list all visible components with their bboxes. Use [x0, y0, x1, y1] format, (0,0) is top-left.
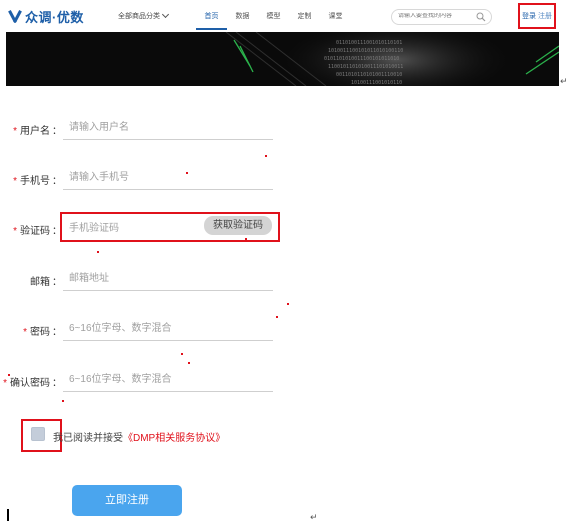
logo-icon	[8, 9, 22, 23]
svg-text:0110100111001010110101: 0110100111001010110101	[336, 40, 402, 46]
password-input[interactable]	[63, 317, 273, 341]
stray-mark	[62, 400, 64, 402]
form-row-email: 邮箱：	[0, 265, 330, 295]
top-navbar: 众调·优数 全部商品分类 首页 数据 模型 定制 课堂 登录 注册	[0, 0, 570, 32]
auth-links: 登录 注册	[518, 3, 556, 29]
stray-mark	[245, 238, 247, 240]
stray-mark	[181, 353, 183, 355]
form-row-verify-code: * 验证码：	[0, 214, 330, 244]
required-star: *	[23, 327, 27, 338]
username-input[interactable]	[63, 116, 273, 140]
search-icon[interactable]	[476, 12, 486, 22]
verify-code-input[interactable]	[63, 216, 203, 240]
agreement-text: 我已阅读并接受《DMP相关服务协议》	[53, 429, 225, 444]
return-mark-icon: ↵	[310, 512, 318, 522]
search-input[interactable]	[398, 13, 470, 19]
stray-mark	[188, 362, 190, 364]
form-row-confirm-password: * 确认密码：	[0, 366, 330, 396]
required-star: *	[13, 226, 17, 237]
email-label: 邮箱：	[30, 277, 62, 288]
agreement-link[interactable]: 《DMP相关服务协议》	[123, 433, 225, 444]
svg-text:1010011100101011010100110: 1010011100101011010100110	[328, 48, 403, 54]
confirm-password-input[interactable]	[63, 368, 273, 392]
svg-text:0101101010011100101011010: 0101101010011100101011010	[324, 56, 399, 62]
stray-mark	[97, 251, 99, 253]
required-star: *	[13, 176, 17, 187]
hero-banner: 0110100111001010110101 10100111001010110…	[6, 32, 559, 86]
form-row-phone: * 手机号：	[0, 164, 330, 194]
required-star: *	[3, 378, 7, 389]
stray-mark	[8, 374, 10, 376]
agreement-label: 我已阅读并接受	[53, 433, 123, 444]
username-label: * 用户名：	[13, 126, 62, 137]
nav-custom[interactable]: 定制	[289, 0, 320, 32]
nav-classroom[interactable]: 课堂	[320, 0, 351, 32]
banner-graphic: 0110100111001010110101 10100111001010110…	[6, 32, 559, 86]
stray-mark	[265, 155, 267, 157]
stray-mark	[186, 172, 188, 174]
text-cursor	[7, 509, 9, 521]
form-row-password: * 密码：	[0, 315, 330, 345]
nav-home[interactable]: 首页	[196, 0, 227, 32]
nav-data[interactable]: 数据	[227, 0, 258, 32]
verify-code-label: * 验证码：	[13, 226, 62, 237]
checkbox-icon[interactable]	[31, 427, 45, 441]
login-link[interactable]: 登录	[522, 11, 536, 21]
category-dropdown[interactable]: 全部商品分类	[118, 10, 170, 21]
confirm-password-label: * 确认密码：	[3, 378, 62, 389]
category-label: 全部商品分类	[118, 13, 160, 20]
required-star: *	[13, 126, 17, 137]
password-label: * 密码：	[23, 327, 62, 338]
register-link[interactable]: 注册	[538, 11, 552, 21]
form-row-username: * 用户名：	[0, 114, 330, 144]
logo-text: 众调·优数	[25, 9, 84, 25]
search-bar	[391, 9, 492, 25]
return-mark-icon: ↵	[560, 76, 568, 86]
stray-mark	[287, 303, 289, 305]
svg-text:1100101101010011101010011: 1100101101010011101010011	[328, 64, 403, 70]
svg-text:10100111001010110: 10100111001010110	[351, 80, 402, 86]
chevron-down-icon	[161, 10, 170, 19]
svg-text:0011010110101001110010: 0011010110101001110010	[336, 72, 402, 78]
phone-input[interactable]	[63, 166, 273, 190]
phone-label: * 手机号：	[13, 176, 62, 187]
email-input[interactable]	[63, 267, 273, 291]
register-submit-button[interactable]: 立即注册	[72, 485, 182, 516]
nav-model[interactable]: 模型	[258, 0, 289, 32]
get-code-button[interactable]: 获取验证码	[204, 216, 272, 235]
stray-mark	[276, 316, 278, 318]
main-nav: 首页 数据 模型 定制 课堂	[196, 0, 351, 32]
site-logo[interactable]: 众调·优数	[8, 7, 84, 25]
